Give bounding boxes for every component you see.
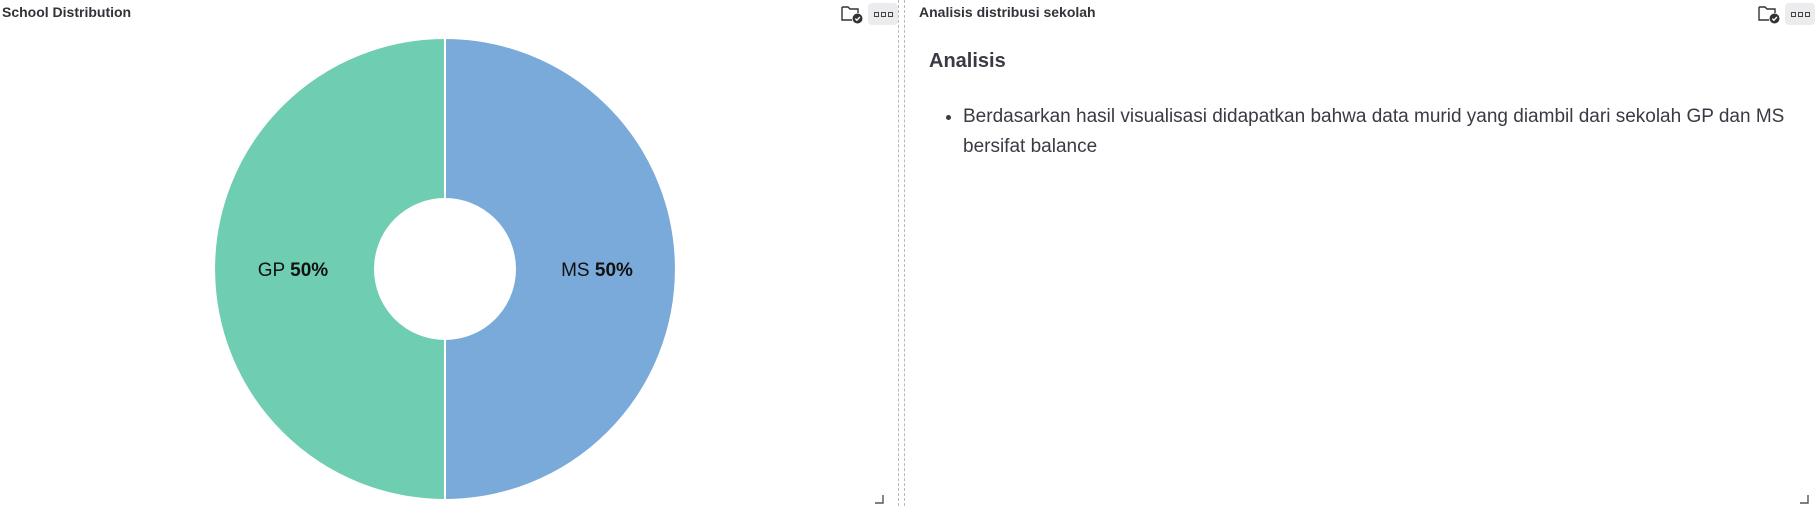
folder-check-icon[interactable] — [1757, 2, 1781, 26]
analysis-panel: Analisis distribusi sekolah Analisis Ber… — [907, 0, 1815, 506]
resize-handle-icon[interactable] — [1799, 494, 1809, 504]
folder-check-icon[interactable] — [840, 2, 864, 26]
slice-label-ms: MS 50% — [561, 260, 633, 281]
slice-gp[interactable] — [213, 36, 446, 502]
panel-divider[interactable] — [904, 0, 905, 506]
analysis-panel-actions — [1757, 2, 1815, 26]
more-options-icon — [1790, 11, 1796, 17]
more-options-icon — [873, 11, 879, 17]
school-distribution-chart: MS 50% GP 50% — [213, 36, 677, 502]
resize-handle-icon[interactable] — [874, 494, 884, 504]
slice-label-gp: GP 50% — [258, 260, 329, 281]
chart-panel: School Distribution MS 50% GP 50% — [0, 0, 898, 506]
analysis-heading: Analisis — [929, 50, 1006, 72]
more-options-button[interactable] — [868, 3, 898, 25]
list-item: Berdasarkan hasil visualisasi didapatkan… — [963, 102, 1815, 162]
more-options-button[interactable] — [1785, 3, 1815, 25]
chart-panel-title: School Distribution — [2, 4, 132, 20]
analysis-panel-title: Analisis distribusi sekolah — [919, 4, 1096, 20]
chart-panel-actions — [840, 2, 898, 26]
analysis-list: Berdasarkan hasil visualisasi didapatkan… — [929, 102, 1815, 162]
panel-divider[interactable] — [898, 0, 899, 506]
